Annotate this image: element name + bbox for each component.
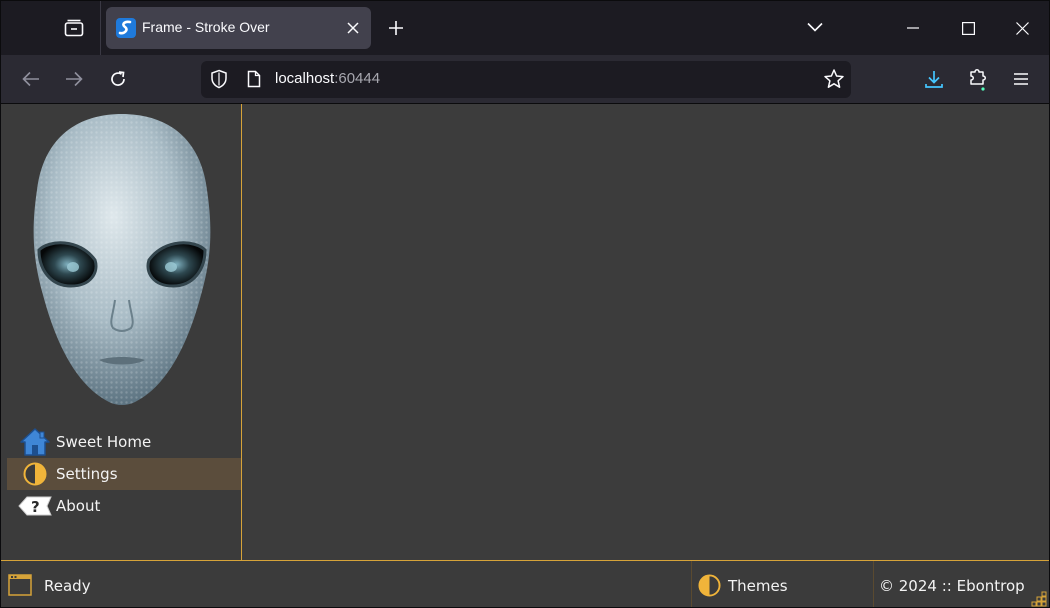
minimize-button[interactable] bbox=[890, 7, 936, 49]
minimize-icon bbox=[907, 27, 919, 29]
browser-window: Frame - Stroke Over localhost:60444 Swee… bbox=[0, 0, 1050, 608]
arrow-right-icon bbox=[66, 71, 83, 87]
forward-button[interactable] bbox=[58, 63, 90, 95]
extensions-button[interactable] bbox=[962, 63, 994, 95]
sidebar-item-label: About bbox=[56, 497, 101, 515]
copyright-text: © 2024 :: Ebontrop bbox=[879, 577, 1025, 595]
sidebar-item-settings[interactable]: Settings bbox=[7, 458, 241, 490]
firefox-view-button[interactable] bbox=[57, 11, 91, 45]
tab-close-button[interactable] bbox=[343, 18, 363, 38]
bookmark-star-icon[interactable] bbox=[823, 68, 845, 90]
page-icon[interactable] bbox=[245, 70, 263, 88]
reload-icon bbox=[111, 71, 125, 86]
sidebar-item-sweet-home[interactable]: Sweet Home bbox=[7, 426, 241, 458]
status-text: Ready bbox=[44, 577, 91, 595]
window-close-button[interactable] bbox=[999, 7, 1045, 49]
firefox-view-icon bbox=[64, 19, 84, 37]
new-tab-button[interactable] bbox=[381, 13, 411, 43]
download-icon bbox=[925, 71, 943, 88]
active-tab[interactable]: Frame - Stroke Over bbox=[106, 7, 371, 49]
sidebar-item-label: Settings bbox=[56, 465, 118, 483]
app-favicon-icon bbox=[116, 18, 136, 38]
reload-button[interactable] bbox=[102, 63, 134, 95]
plus-icon bbox=[389, 21, 403, 35]
sidebar: Sweet Home Settings ? About bbox=[1, 104, 242, 560]
url-text[interactable]: localhost:60444 bbox=[275, 70, 380, 87]
resize-grip-icon[interactable] bbox=[1030, 590, 1048, 608]
sidebar-item-label: Sweet Home bbox=[56, 433, 152, 451]
themes-button[interactable]: Themes bbox=[728, 577, 788, 595]
contrast-icon[interactable] bbox=[698, 574, 721, 597]
sidebar-menu: Sweet Home Settings ? About bbox=[7, 426, 241, 522]
url-port: :60444 bbox=[334, 70, 381, 87]
status-divider bbox=[873, 561, 874, 607]
svg-text:?: ? bbox=[31, 498, 40, 516]
status-divider bbox=[691, 561, 692, 607]
downloads-button[interactable] bbox=[918, 63, 950, 95]
close-icon bbox=[347, 22, 359, 34]
app-content: Sweet Home Settings ? About bbox=[1, 104, 1049, 560]
tab-title: Frame - Stroke Over bbox=[142, 19, 270, 35]
address-bar[interactable]: localhost:60444 bbox=[201, 61, 851, 98]
navigation-toolbar: localhost:60444 bbox=[1, 55, 1049, 104]
maximize-icon bbox=[961, 21, 975, 35]
tab-strip-divider bbox=[100, 1, 101, 55]
arrow-left-icon bbox=[22, 71, 39, 87]
status-bar: Ready Themes © 2024 :: Ebontrop bbox=[1, 560, 1049, 608]
maximize-button[interactable] bbox=[945, 7, 991, 49]
url-host: localhost bbox=[275, 70, 335, 87]
list-all-tabs-button[interactable] bbox=[801, 13, 829, 41]
back-button[interactable] bbox=[15, 63, 47, 95]
alien-avatar-image bbox=[33, 114, 211, 405]
tab-strip: Frame - Stroke Over bbox=[1, 1, 1049, 55]
contrast-icon bbox=[17, 458, 53, 490]
chevron-down-icon bbox=[807, 22, 823, 32]
sidebar-item-about[interactable]: ? About bbox=[7, 490, 241, 522]
shield-icon[interactable] bbox=[209, 69, 229, 89]
close-icon bbox=[1015, 21, 1029, 35]
home-icon bbox=[17, 426, 53, 458]
app-menu-button[interactable] bbox=[1005, 63, 1037, 95]
puzzle-icon bbox=[970, 69, 986, 91]
help-icon: ? bbox=[17, 490, 53, 522]
hamburger-menu-icon bbox=[1014, 73, 1028, 85]
window-icon bbox=[8, 574, 32, 596]
